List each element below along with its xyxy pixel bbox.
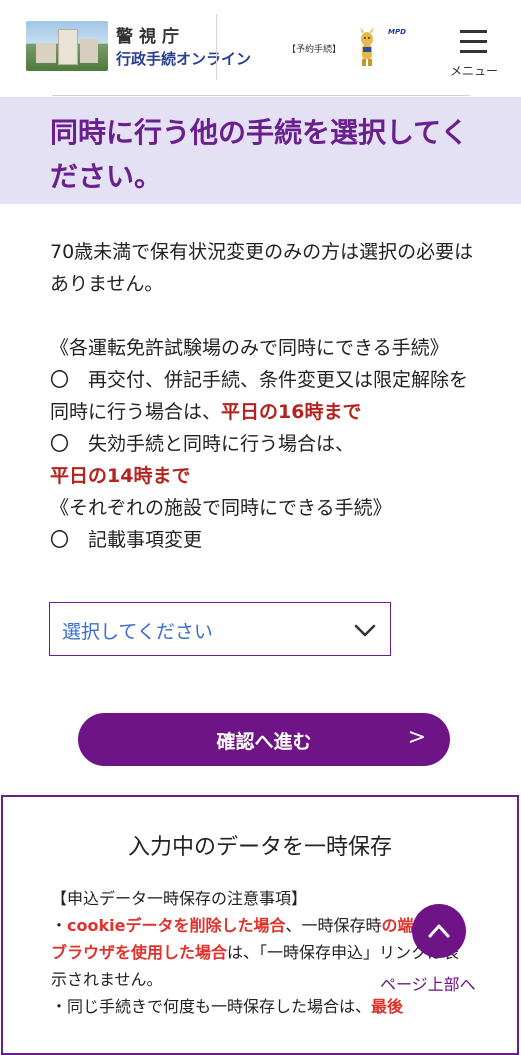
police-hq-photo bbox=[26, 21, 108, 71]
list-item-record-change: 〇 記載事項変更 bbox=[50, 529, 203, 551]
site-header: 警視庁 行政手続オンライン 【予約手続】 MPD メニュー bbox=[0, 0, 521, 96]
deadline-14: 平日の14時まで bbox=[50, 465, 191, 487]
procedure-instructions: 70歳未満で保有状況変更のみの方は選択の必要はありません。 《各運転免許試験場の… bbox=[50, 236, 475, 556]
menu-label: メニュー bbox=[449, 64, 498, 78]
site-logo[interactable]: 警視庁 行政手続オンライン bbox=[26, 16, 270, 74]
section-heading-each-facility: 《それぞれの施設で同時にできる手続》 bbox=[50, 497, 392, 519]
header-bottom-line bbox=[52, 95, 470, 96]
section-heading-test-site: 《各運転免許試験場のみで同時にできる手続》 bbox=[50, 337, 449, 359]
save-notice-heading: 【申込データ一時保存の注意事項】 bbox=[51, 889, 308, 908]
procedure-select[interactable]: 選択してください bbox=[49, 602, 391, 656]
scroll-to-top-label[interactable]: ページ上部へ bbox=[380, 971, 476, 995]
list-item-expired: 〇 失効手続と同時に行う場合は、 平日の14時まで bbox=[50, 433, 355, 487]
page-title-band: 同時に行う他の手続を選択してください。 bbox=[0, 97, 521, 204]
chevron-up-icon bbox=[428, 924, 450, 938]
scroll-to-top-button[interactable] bbox=[412, 904, 466, 958]
deadline-16: 平日の16時まで bbox=[221, 401, 362, 423]
menu-button[interactable]: メニュー bbox=[446, 26, 502, 82]
header-divider bbox=[216, 14, 217, 80]
logo-agency-name: 警視庁 bbox=[116, 27, 185, 47]
confirm-button-label: 確認へ進む bbox=[216, 731, 312, 753]
save-panel-title: 入力中のデータを一時保存 bbox=[127, 835, 392, 860]
logo-service-name: 行政手続オンライン bbox=[116, 50, 252, 68]
hamburger-icon bbox=[460, 30, 487, 33]
pipo-kun-mascot-icon bbox=[360, 27, 374, 66]
mpd-logo-text: MPD bbox=[388, 28, 406, 36]
page-title: 同時に行う他の手続を選択してください。 bbox=[50, 116, 469, 193]
chevron-down-icon bbox=[354, 624, 376, 637]
select-value: 選択してください bbox=[62, 621, 213, 643]
intro-text: 70歳未満で保有状況変更のみの方は選択の必要はありません。 bbox=[50, 241, 474, 295]
save-notice: 【申込データ一時保存の注意事項】 ・cookieデータを削除した場合、一時保存時… bbox=[51, 885, 471, 1020]
proceed-to-confirm-button[interactable]: 確認へ進む > bbox=[78, 713, 450, 766]
list-item-reissue: 〇 再交付、併記手続、条件変更又は限定解除を同時に行う場合は、平日の16時まで bbox=[50, 369, 469, 423]
chevron-right-icon: > bbox=[407, 725, 426, 750]
mpd-logo: MPD bbox=[388, 28, 414, 42]
save-notice-bullet-2: ・同じ手続きで何度も一時保存した場合は、最後 bbox=[51, 997, 404, 1016]
reservation-badge: 【予約手続】 bbox=[287, 45, 342, 55]
